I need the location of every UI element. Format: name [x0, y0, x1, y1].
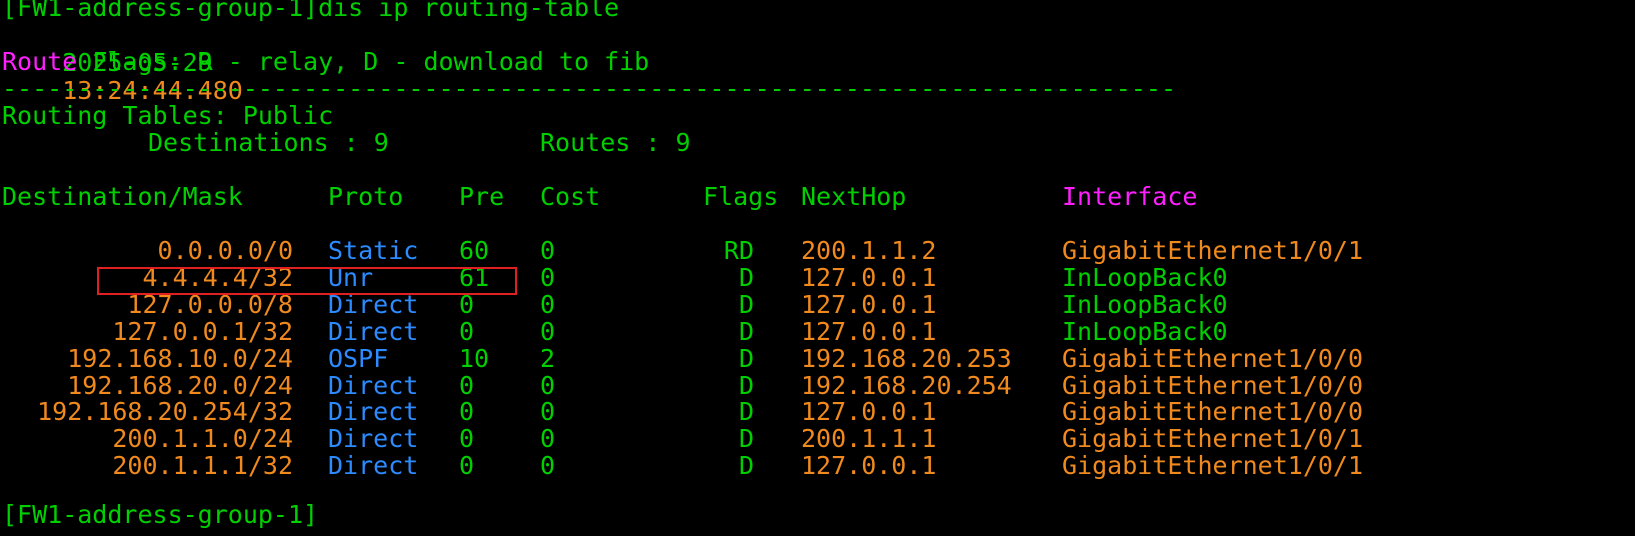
row-proto: Direct: [328, 289, 419, 319]
route-flags-prefix: Route: [2, 47, 78, 76]
row-destination: 127.0.0.1/32: [112, 316, 293, 346]
row-flags: D: [738, 343, 754, 373]
row-cost: 0: [540, 397, 556, 427]
row-nexthop: 192.168.20.253: [801, 343, 1012, 373]
trailing-prompt: [FW1-address-group-1]: [2, 500, 319, 529]
header-nexthop: NextHop: [801, 182, 907, 211]
row-pre: 0: [459, 370, 475, 400]
row-interface: GigabitEthernet1/0/0: [1062, 370, 1364, 400]
row-proto: Unr: [328, 262, 374, 292]
row-interface: GigabitEthernet1/0/1: [1062, 451, 1364, 481]
row-destination: 200.1.1.0/24: [112, 424, 293, 454]
row-flags: D: [738, 370, 754, 400]
timestamp-line: 2025-05-29 13:24:44.480: [2, 21, 243, 105]
row-destination: 192.168.20.0/24: [67, 370, 293, 400]
row-cost: 0: [540, 451, 556, 481]
row-cost: 0: [540, 316, 556, 346]
row-flags: D: [738, 451, 754, 481]
row-pre: 61: [459, 262, 490, 292]
row-nexthop: 200.1.1.2: [801, 236, 937, 265]
row-proto: OSPF: [328, 343, 389, 373]
row-proto: Direct: [328, 424, 419, 454]
header-destination: Destination/Mask: [2, 182, 243, 211]
header-flags: Flags: [703, 182, 779, 211]
row-interface: InLoopBack0: [1062, 262, 1228, 292]
row-flags: D: [738, 316, 754, 346]
row-cost: 0: [540, 424, 556, 454]
row-cost: 0: [540, 289, 556, 319]
row-pre: 0: [459, 316, 475, 346]
row-interface: GigabitEthernet1/0/0: [1062, 397, 1364, 427]
row-flags: D: [738, 424, 754, 454]
header-proto: Proto: [328, 182, 404, 211]
row-interface: GigabitEthernet1/0/1: [1062, 236, 1364, 265]
row-destination: 200.1.1.1/32: [112, 451, 293, 481]
row-cost: 2: [540, 343, 556, 373]
row-destination: 4.4.4.4/32: [142, 262, 293, 292]
row-nexthop: 127.0.0.1: [801, 397, 937, 427]
row-nexthop: 127.0.0.1: [801, 262, 937, 292]
header-cost: Cost: [540, 182, 601, 211]
row-pre: 0: [459, 451, 475, 481]
routes-count: Routes : 9: [540, 128, 691, 157]
row-nexthop: 127.0.0.1: [801, 316, 937, 346]
row-cost: 0: [540, 236, 556, 265]
row-interface: InLoopBack0: [1062, 289, 1228, 319]
row-interface: InLoopBack0: [1062, 316, 1228, 346]
terminal-window[interactable]: [FW1-address-group-1]dis ip routing-tabl…: [0, 0, 1635, 536]
destinations-count: Destinations : 9: [148, 128, 389, 157]
row-flags: D: [738, 397, 754, 427]
row-destination: 127.0.0.0/8: [127, 289, 293, 319]
row-pre: 0: [459, 424, 475, 454]
row-destination: 192.168.20.254/32: [37, 397, 293, 427]
row-flags: D: [738, 289, 754, 319]
row-proto: Direct: [328, 397, 419, 427]
routing-tables-title: Routing Tables: Public: [2, 101, 334, 130]
row-proto: Static: [328, 236, 419, 265]
row-interface: GigabitEthernet1/0/1: [1062, 424, 1364, 454]
row-pre: 10: [459, 343, 490, 373]
row-nexthop: 200.1.1.1: [801, 424, 937, 454]
command-prompt-line: [FW1-address-group-1]dis ip routing-tabl…: [2, 0, 620, 22]
row-cost: 0: [540, 262, 556, 292]
row-pre: 0: [459, 397, 475, 427]
route-flags-text: Flags: R - relay, D - download to fib: [77, 47, 650, 76]
row-proto: Direct: [328, 451, 419, 481]
row-destination: 192.168.10.0/24: [67, 343, 293, 373]
row-interface: GigabitEthernet1/0/0: [1062, 343, 1364, 373]
row-destination: 0.0.0.0/0: [157, 236, 293, 265]
row-flags: RD: [723, 236, 754, 265]
row-cost: 0: [540, 370, 556, 400]
separator-line: ----------------------------------------…: [2, 74, 1176, 103]
route-flags-line: Route Flags: R - relay, D - download to …: [2, 48, 649, 76]
row-proto: Direct: [328, 370, 419, 400]
row-pre: 60: [459, 236, 490, 265]
header-pre: Pre: [459, 182, 505, 211]
row-flags: D: [738, 262, 754, 292]
row-nexthop: 192.168.20.254: [801, 370, 1012, 400]
row-nexthop: 127.0.0.1: [801, 451, 937, 481]
row-proto: Direct: [328, 316, 419, 346]
row-nexthop: 127.0.0.1: [801, 289, 937, 319]
header-interface: Interface: [1062, 182, 1198, 211]
row-pre: 0: [459, 289, 475, 319]
